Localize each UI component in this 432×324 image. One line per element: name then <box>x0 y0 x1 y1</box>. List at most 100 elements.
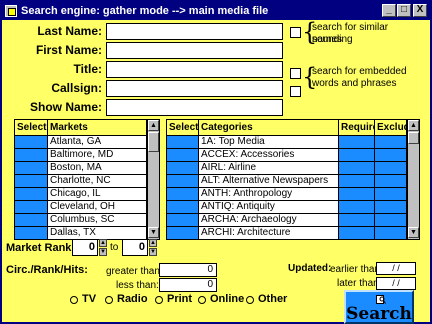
category-select-cell[interactable] <box>167 136 199 148</box>
category-require-cell[interactable] <box>339 175 375 187</box>
show-name-label: Show Name: <box>29 100 102 114</box>
greater-than-field[interactable]: 0 <box>159 263 217 277</box>
category-name-cell: ACCEX: Accessories <box>199 149 339 161</box>
category-exclude-cell[interactable] <box>375 188 407 200</box>
radio-print[interactable] <box>155 296 163 304</box>
category-select-cell[interactable] <box>167 201 199 213</box>
category-select-cell[interactable] <box>167 175 199 187</box>
category-exclude-cell[interactable] <box>375 136 407 148</box>
minimize-button[interactable]: _ <box>382 4 396 17</box>
category-require-cell[interactable] <box>339 201 375 213</box>
less-than-field[interactable]: 0 <box>159 278 217 292</box>
category-select-cell[interactable] <box>167 162 199 174</box>
market-row[interactable]: Baltimore, MD <box>15 149 147 162</box>
markets-scroll-up-icon[interactable]: ▲ <box>148 120 159 131</box>
embedded-checkbox-1[interactable] <box>290 68 301 79</box>
close-button[interactable]: X <box>413 4 427 17</box>
market-row[interactable]: Atlanta, GA <box>15 136 147 149</box>
market-rank-from[interactable]: 0 <box>72 239 98 256</box>
magnifier-icon <box>376 295 386 304</box>
radio-radio[interactable] <box>105 296 113 304</box>
category-row[interactable]: ALT: Alternative Newspapers <box>167 175 407 188</box>
require-header: Require <box>339 120 378 136</box>
search-button-label: Search <box>346 304 412 324</box>
soundalike-checkbox[interactable] <box>290 27 301 38</box>
markets-header: Markets <box>48 120 147 136</box>
radio-online[interactable] <box>198 296 206 304</box>
search-button[interactable]: Search <box>344 290 414 324</box>
category-select-cell[interactable] <box>167 227 199 239</box>
market-name-cell: Baltimore, MD <box>48 149 147 161</box>
category-require-cell[interactable] <box>339 136 375 148</box>
category-require-cell[interactable] <box>339 149 375 161</box>
earlier-than-field[interactable]: / / <box>376 262 416 275</box>
category-exclude-cell[interactable] <box>375 227 407 239</box>
category-row[interactable]: ARCHA: Archaeology <box>167 214 407 227</box>
radio-other[interactable] <box>246 296 254 304</box>
category-select-cell[interactable] <box>167 188 199 200</box>
market-row[interactable]: Columbus, SC <box>15 214 147 227</box>
market-select-cell[interactable] <box>15 149 48 161</box>
last-name-field[interactable] <box>106 23 283 40</box>
market-select-cell[interactable] <box>15 136 48 148</box>
market-name-cell: Charlotte, NC <box>48 175 147 187</box>
radio-tv[interactable] <box>70 296 78 304</box>
maximize-button[interactable]: □ <box>397 4 411 17</box>
category-row[interactable]: ANTH: Anthropology <box>167 188 407 201</box>
category-exclude-cell[interactable] <box>375 175 407 187</box>
category-row[interactable]: 1A: Top Media <box>167 136 407 149</box>
category-exclude-cell[interactable] <box>375 201 407 213</box>
category-row[interactable]: ACCEX: Accessories <box>167 149 407 162</box>
market-select-cell[interactable] <box>15 227 48 239</box>
market-select-cell[interactable] <box>15 201 48 213</box>
market-select-cell[interactable] <box>15 175 48 187</box>
category-select-cell[interactable] <box>167 214 199 226</box>
radio-tv-label: TV <box>82 293 97 305</box>
title-label: Title: <box>73 62 102 76</box>
market-select-cell[interactable] <box>15 214 48 226</box>
category-row[interactable]: AIRL: Airline <box>167 162 407 175</box>
market-rank-from-up-icon[interactable]: ▲ <box>99 239 107 247</box>
market-select-cell[interactable] <box>15 188 48 200</box>
category-require-cell[interactable] <box>339 162 375 174</box>
title-field[interactable] <box>106 61 283 78</box>
market-row[interactable]: Boston, MA <box>15 162 147 175</box>
categories-scroll-down-icon[interactable]: ▼ <box>408 227 419 238</box>
embedded-note-line2: words and phrases <box>312 78 397 89</box>
category-exclude-cell[interactable] <box>375 149 407 161</box>
market-row[interactable]: Cleveland, OH <box>15 201 147 214</box>
market-rank-from-down-icon[interactable]: ▼ <box>99 248 107 256</box>
category-exclude-cell[interactable] <box>375 162 407 174</box>
categories-scroll-up-icon[interactable]: ▲ <box>408 120 419 131</box>
market-rank-to[interactable]: 0 <box>122 239 148 256</box>
markets-scroll-down-icon[interactable]: ▼ <box>148 227 159 238</box>
markets-scroll-thumb[interactable] <box>148 132 159 152</box>
category-require-cell[interactable] <box>339 188 375 200</box>
radio-radio-label: Radio <box>117 293 148 305</box>
radio-online-label: Online <box>210 293 245 305</box>
category-exclude-cell[interactable] <box>375 214 407 226</box>
categories-scroll-thumb[interactable] <box>408 132 419 144</box>
later-than-label: later than: <box>337 278 382 289</box>
market-select-cell[interactable] <box>15 162 48 174</box>
market-name-cell: Chicago, IL <box>48 188 147 200</box>
show-name-field[interactable] <box>106 99 283 116</box>
categories-scrollbar[interactable]: ▲ ▼ <box>407 120 419 239</box>
market-row[interactable]: Charlotte, NC <box>15 175 147 188</box>
category-select-cell[interactable] <box>167 149 199 161</box>
category-row[interactable]: ARCHI: Architecture <box>167 227 407 240</box>
embedded-checkbox-2[interactable] <box>290 86 301 97</box>
category-require-cell[interactable] <box>339 227 375 239</box>
first-name-field[interactable] <box>106 42 283 59</box>
later-than-field[interactable]: / / <box>376 277 416 290</box>
category-row[interactable]: ANTIQ: Antiquity <box>167 201 407 214</box>
markets-scrollbar[interactable]: ▲ ▼ <box>147 120 159 239</box>
category-require-cell[interactable] <box>339 214 375 226</box>
market-rank-to-up-icon[interactable]: ▲ <box>149 239 157 247</box>
market-rank-to-down-icon[interactable]: ▼ <box>149 248 157 256</box>
market-row[interactable]: Chicago, IL <box>15 188 147 201</box>
market-name-cell: Boston, MA <box>48 162 147 174</box>
market-name-cell: Cleveland, OH <box>48 201 147 213</box>
callsign-field[interactable] <box>106 80 283 97</box>
category-name-cell: ARCHI: Architecture <box>199 227 339 239</box>
